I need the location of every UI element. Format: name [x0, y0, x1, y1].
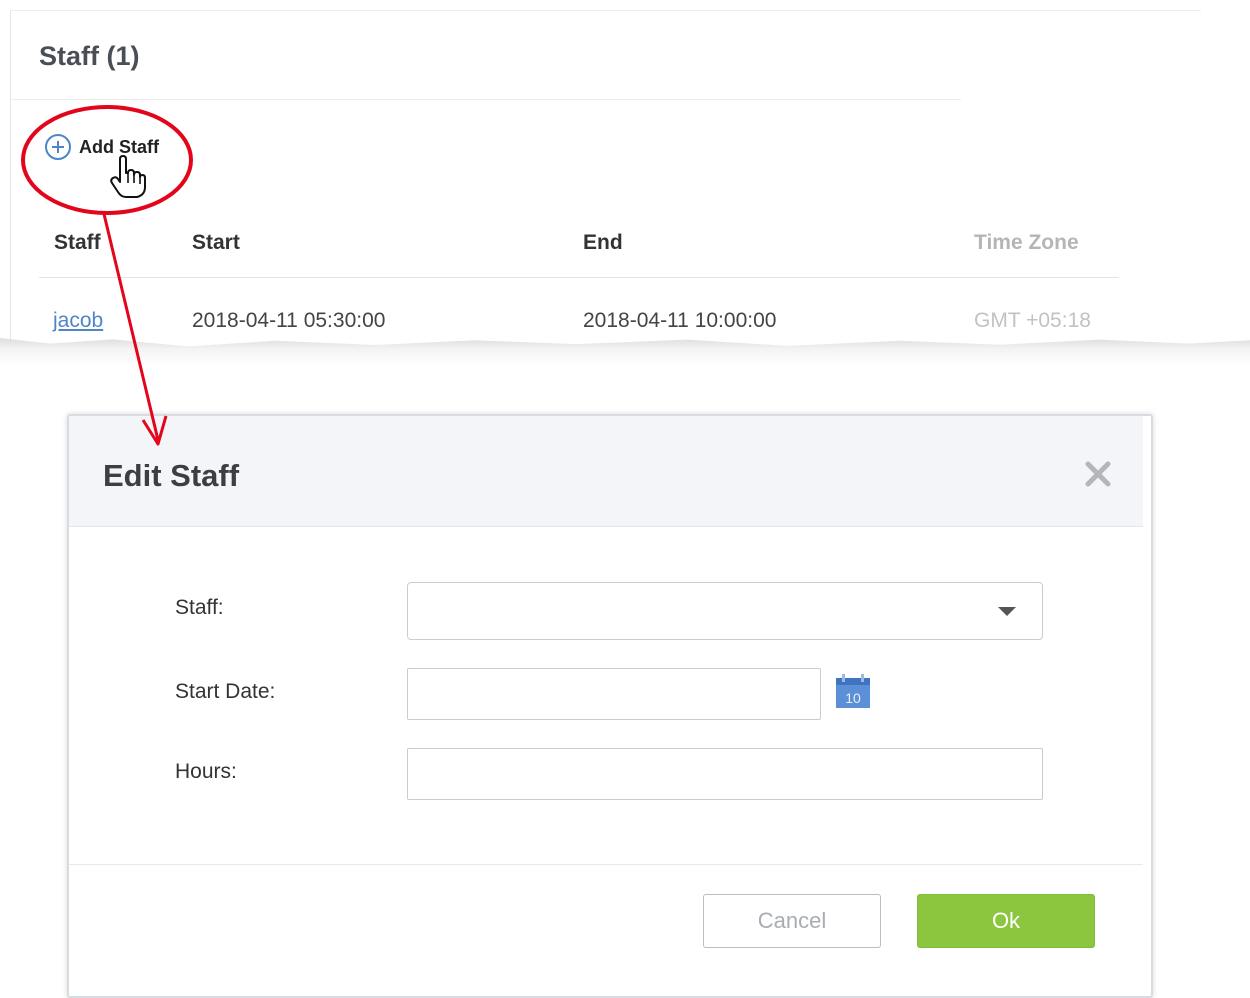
- header-divider: [39, 277, 1119, 278]
- start-date-label: Start Date:: [175, 680, 276, 703]
- staff-select[interactable]: [407, 582, 1043, 640]
- column-header-time-zone: Time Zone: [974, 231, 1079, 254]
- panel-title: Staff (1): [39, 41, 140, 71]
- close-icon[interactable]: [1082, 458, 1114, 490]
- column-header-start: Start: [192, 231, 240, 254]
- column-header-staff: Staff: [54, 231, 101, 254]
- end-cell: 2018-04-11 10:00:00: [583, 309, 777, 332]
- start-cell: 2018-04-11 05:30:00: [192, 309, 386, 332]
- plus-circle-icon: [45, 134, 71, 160]
- footer-divider: [69, 864, 1143, 865]
- column-header-end: End: [583, 231, 623, 254]
- hours-label: Hours:: [175, 760, 237, 783]
- cancel-button[interactable]: Cancel: [703, 894, 881, 948]
- staff-panel: Staff (1) Add Staff Staff Start End Time…: [10, 10, 1201, 346]
- ok-button[interactable]: Ok: [917, 894, 1095, 948]
- dialog-title: Edit Staff: [103, 458, 240, 493]
- staff-label: Staff:: [175, 596, 224, 619]
- chevron-down-icon: [998, 607, 1016, 616]
- calendar-day: 10: [845, 690, 861, 706]
- divider: [11, 99, 961, 100]
- timezone-cell: GMT +05:18: [974, 309, 1091, 332]
- hours-input[interactable]: [407, 748, 1043, 800]
- start-date-input[interactable]: [407, 668, 821, 720]
- edit-staff-dialog: Edit Staff Staff: Start Date: 10 Hours: …: [67, 414, 1153, 998]
- staff-link[interactable]: jacob: [53, 309, 103, 333]
- dialog-header: Edit Staff: [69, 416, 1143, 527]
- calendar-icon[interactable]: 10: [835, 673, 871, 709]
- hand-pointer-icon: [110, 155, 146, 198]
